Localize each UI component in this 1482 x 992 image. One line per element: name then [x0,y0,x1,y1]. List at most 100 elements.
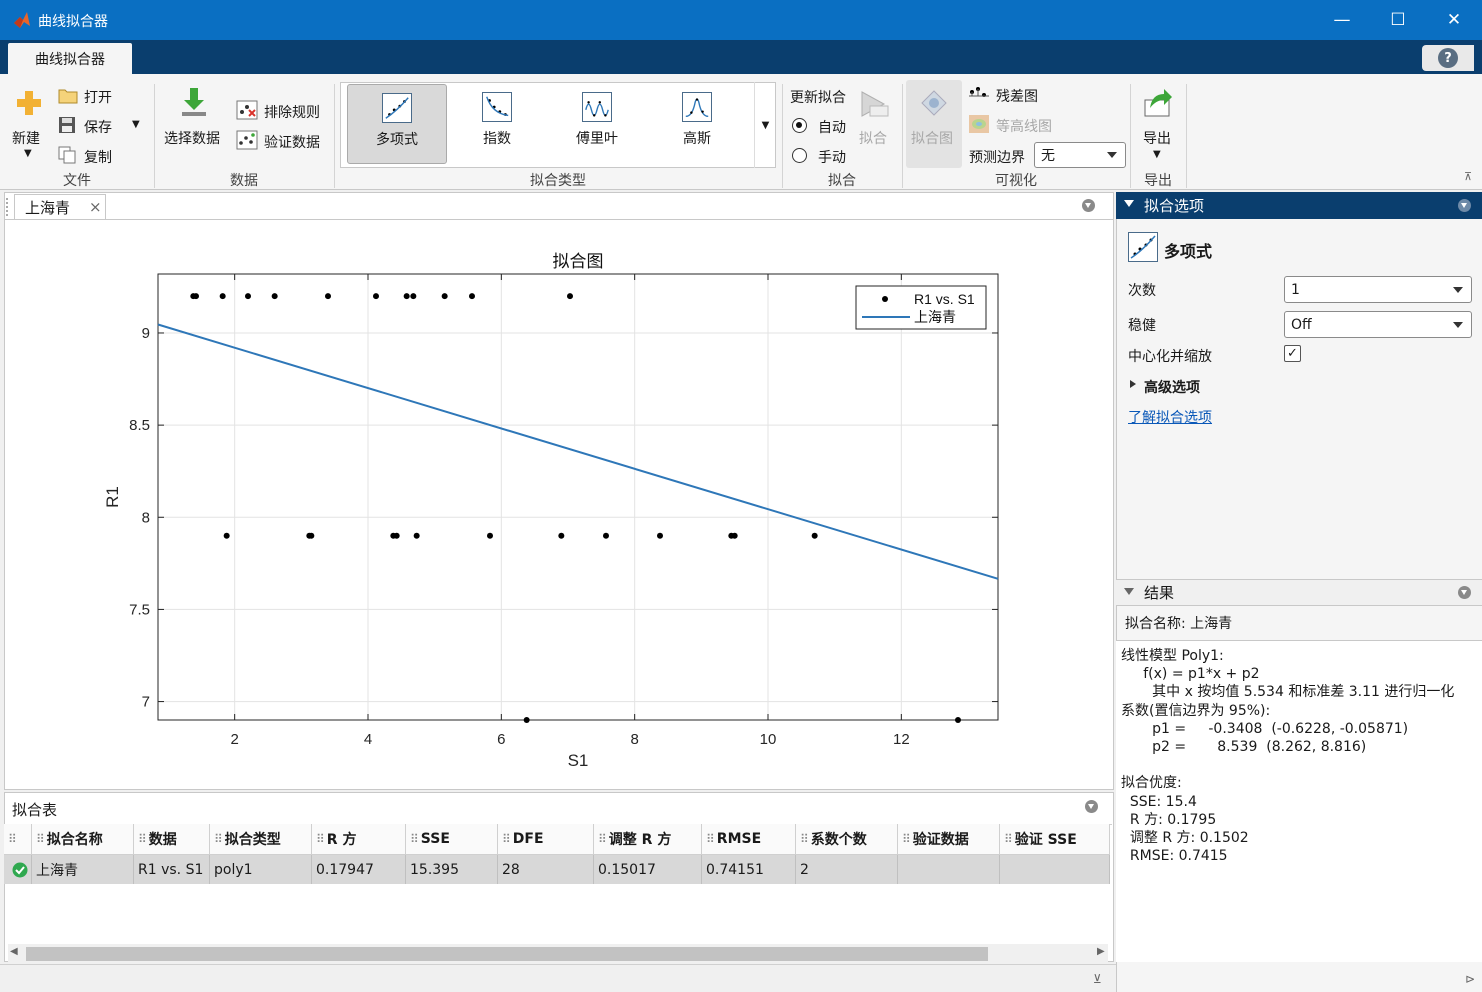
select-data-button[interactable]: 选择数据 [164,128,220,148]
data-point [441,293,448,300]
column-label: 调整 R 方 [608,832,672,848]
table-header-9[interactable]: ⠿ 验证数据 [898,824,1000,855]
manual-radio[interactable] [792,148,807,163]
results-line: SSE: 15.4 [1121,793,1197,810]
save-disk-icon [59,117,75,133]
fit-options-title: 拟合选项 [1144,197,1205,215]
table-cell[interactable]: 2 [796,855,898,884]
fit-type-gaussian[interactable]: 高斯 [647,84,747,164]
table-cell[interactable]: 0.74151 [702,855,796,884]
table-header-7[interactable]: ⠿ RMSE [702,824,796,855]
close-button[interactable]: ✕ [1426,0,1482,40]
data-point [223,532,230,539]
group-label-data: 数据 [230,173,258,189]
polynomial-icon [382,93,412,123]
fit-type-exponential[interactable]: 指数 [447,84,547,164]
table-header-status[interactable]: ⠿ [4,824,32,855]
gaussian-icon [682,92,712,122]
doc-menu-icon[interactable] [1082,199,1095,212]
center-scale-checkbox[interactable]: ✓ [1284,345,1301,362]
table-cell[interactable] [898,855,1000,884]
table-header-3[interactable]: ⠿ R 方 [312,824,406,855]
table-cell[interactable] [1000,855,1110,884]
validation-data-button[interactable]: 验证数据 [264,132,320,152]
close-tab-icon[interactable]: × [89,198,102,216]
degree-select[interactable]: 1 [1284,276,1472,303]
table-header-5[interactable]: ⠿ DFE [498,824,594,855]
prediction-bounds-select[interactable]: 无 [1034,142,1126,168]
new-button[interactable]: 新建 [12,128,40,148]
drag-handle-icon[interactable] [6,198,11,216]
collapse-arrow-icon[interactable] [1124,200,1134,207]
exclusion-rules-button[interactable]: 排除规则 [264,102,320,122]
maximize-button[interactable]: ☐ [1370,0,1426,40]
fit-table-menu-icon[interactable] [1085,800,1098,813]
fit-options-header[interactable]: 拟合选项 [1116,192,1482,219]
y-tick-label: 9 [142,325,150,342]
robust-select[interactable]: Off [1284,311,1472,338]
tab-curve-fitter[interactable]: 曲线拟合器 [8,43,132,74]
table-cell[interactable]: 0.17947 [312,855,406,884]
contour-button[interactable]: 等高线图 [996,116,1052,136]
scroll-left-icon[interactable]: ◀ [10,946,18,957]
table-cell[interactable]: poly1 [210,855,312,884]
data-point [325,293,331,300]
table-header-4[interactable]: ⠿ SSE [406,824,498,855]
fit-options-menu-icon[interactable] [1458,199,1471,212]
results-fit-name: 拟合名称: 上海青 [1125,616,1233,632]
advanced-options-toggle[interactable]: 高级选项 [1144,377,1200,397]
save-button[interactable]: 保存 [84,117,112,137]
fit-type-label: 多项式 [376,132,418,148]
results-title: 结果 [1144,584,1175,602]
table-cell[interactable]: 28 [498,855,594,884]
export-dropdown-icon[interactable]: ▼ [1153,149,1161,160]
exclusion-rules-icon [236,100,258,120]
new-dropdown-icon[interactable]: ▼ [24,148,32,159]
expand-arrow-icon[interactable] [1130,380,1136,388]
learn-fit-options-link[interactable]: 了解拟合选项 [1128,407,1212,427]
center-scale-label: 中心化并缩放 [1128,349,1212,365]
collapse-ribbon-icon[interactable]: ⊼ [1464,170,1472,183]
gallery-expand-icon[interactable]: ▼ [754,82,776,168]
table-header-10[interactable]: ⠿ 验证 SSE [1000,824,1110,855]
save-dropdown-icon[interactable]: ▼ [132,119,140,130]
table-cell[interactable]: 上海青 [32,855,134,884]
resize-grip-icon[interactable]: ⊻ [1093,972,1102,986]
table-header-0[interactable]: ⠿ 拟合名称 [32,824,134,855]
open-button[interactable]: 打开 [84,87,112,107]
scrollbar-thumb[interactable] [26,947,988,961]
scroll-right-icon[interactable]: ▶ [1097,946,1105,957]
results-menu-icon[interactable] [1458,586,1471,599]
table-header-8[interactable]: ⠿ 系数个数 [796,824,898,855]
auto-radio[interactable] [792,118,807,133]
table-cell[interactable]: 0.15017 [594,855,702,884]
results-line: 线性模型 Poly1: [1121,648,1224,664]
residuals-icon [969,87,989,97]
export-icon [1144,89,1172,117]
fit-button[interactable]: 拟合 [859,128,887,148]
fit-type-polynomial[interactable]: 多项式 [347,84,447,164]
robust-value: Off [1291,316,1312,333]
results-line: RMSE: 0.7415 [1121,848,1228,865]
grip-icon: ⠿ [214,832,223,846]
table-header-2[interactable]: ⠿ 拟合类型 [210,824,312,855]
copy-button[interactable]: 复制 [84,147,112,167]
panel-resize-icon[interactable]: ⊳ [1465,972,1475,986]
minimize-button[interactable]: — [1314,0,1370,40]
collapse-arrow-icon[interactable] [1124,588,1134,595]
fit-type-fourier[interactable]: 傅里叶 [547,84,647,164]
table-header-6[interactable]: ⠿ 调整 R 方 [594,824,702,855]
fit-type-label: 高斯 [683,131,711,147]
table-cell[interactable]: R1 vs. S1 [134,855,210,884]
results-header[interactable]: 结果 [1116,579,1482,606]
table-header-1[interactable]: ⠿ 数据 [134,824,210,855]
polynomial-icon [1128,232,1158,262]
table-cell[interactable]: 15.395 [406,855,498,884]
degree-label: 次数 [1128,283,1156,299]
export-button[interactable]: 导出 [1143,128,1171,148]
results-line: p2 = 8.539 (8.262, 8.816) [1121,739,1367,755]
data-point [567,293,573,300]
help-button[interactable]: ? [1422,45,1474,71]
group-label-visualization: 可视化 [995,173,1037,189]
residuals-button[interactable]: 残差图 [996,86,1038,106]
